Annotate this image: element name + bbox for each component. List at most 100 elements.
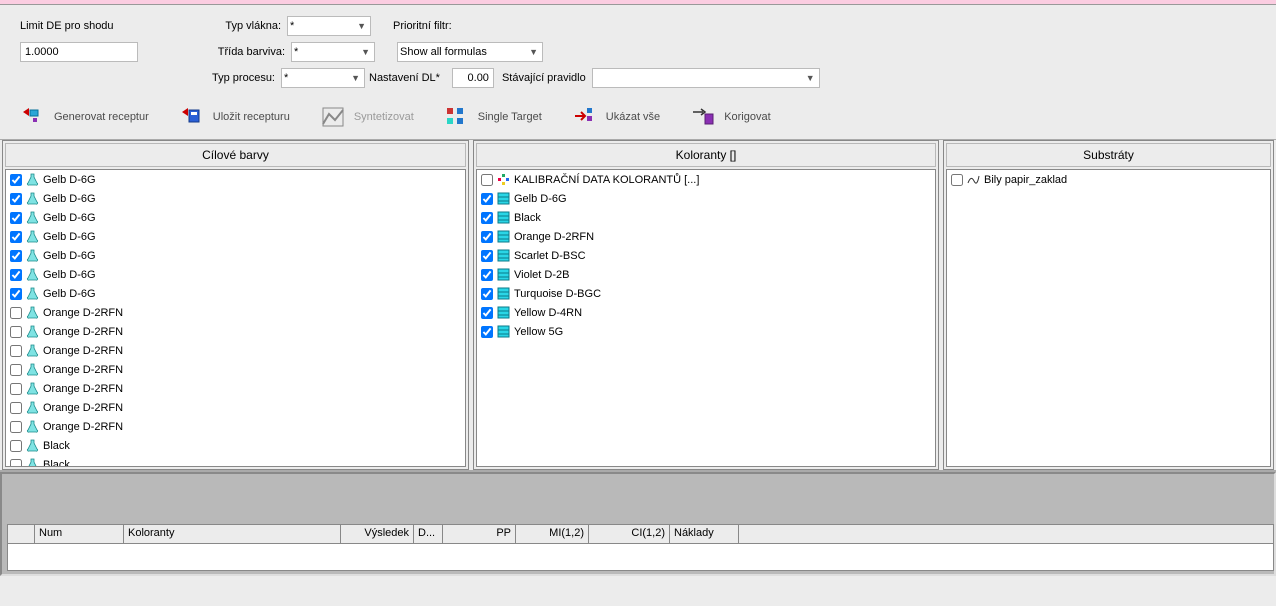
target-checkbox[interactable] [10,326,22,338]
single-target-icon [444,105,472,129]
target-checkbox[interactable] [10,307,22,319]
substrate-item[interactable]: Bily papir_zaklad [947,170,1270,189]
colorants-root[interactable]: KALIBRAČNÍ DATA KOLORANTŮ [...] [477,170,935,189]
dl-value[interactable]: 0.00 [452,68,494,88]
target-label: Orange D-2RFN [43,326,123,338]
actions-toolbar: Generovat receptur Uložit recepturu Synt… [0,99,1276,139]
single-target-button[interactable]: Single Target [444,105,542,129]
filter-form: Limit DE pro shodu Typ vlákna: *▼ Priori… [0,5,1276,99]
colorants-list[interactable]: KALIBRAČNÍ DATA KOLORANTŮ [...] Gelb D-6… [476,169,936,467]
colorant-label: Turquoise D-BGC [514,288,601,300]
col-num[interactable]: Num [35,525,124,543]
col-ci[interactable]: CI(1,2) [589,525,670,543]
synthesize-label: Syntetizovat [354,111,414,123]
targets-list[interactable]: Gelb D-6G Gelb D-6G Gelb D-6G Gelb D-6G … [5,169,466,467]
colorant-checkbox[interactable] [481,307,493,319]
col-pp[interactable]: PP [443,525,516,543]
target-item[interactable]: Gelb D-6G [6,246,465,265]
target-checkbox[interactable] [10,269,22,281]
priority-filter-combo[interactable]: Show all formulas▼ [397,42,543,62]
correct-button[interactable]: Korigovat [690,105,770,129]
target-item[interactable]: Orange D-2RFN [6,360,465,379]
colorant-checkbox[interactable] [481,250,493,262]
process-type-combo[interactable]: *▼ [281,68,365,88]
grid-corner [8,525,35,543]
target-item[interactable]: Orange D-2RFN [6,341,465,360]
target-checkbox[interactable] [10,231,22,243]
col-naklady[interactable]: Náklady [670,525,739,543]
colorant-item[interactable]: Turquoise D-BGC [477,284,935,303]
target-item[interactable]: Gelb D-6G [6,170,465,189]
substrates-header[interactable]: Substráty [946,143,1271,167]
target-item[interactable]: Orange D-2RFN [6,303,465,322]
dye-class-combo[interactable]: *▼ [291,42,375,62]
target-checkbox[interactable] [10,345,22,357]
target-item[interactable]: Gelb D-6G [6,227,465,246]
show-all-icon [572,105,600,129]
generate-recipe-button[interactable]: Generovat receptur [20,105,149,129]
target-checkbox[interactable] [10,193,22,205]
colorant-checkbox[interactable] [481,193,493,205]
col-d[interactable]: D... [414,525,443,543]
swatch-icon [497,249,510,262]
target-item[interactable]: Orange D-2RFN [6,417,465,436]
generate-icon [20,105,48,129]
results-grid-body[interactable] [7,544,1274,571]
colorant-label: Gelb D-6G [514,193,567,205]
substrates-panel: Substráty Bily papir_zaklad [943,140,1274,470]
target-checkbox[interactable] [10,174,22,186]
target-item[interactable]: Orange D-2RFN [6,398,465,417]
target-item[interactable]: Gelb D-6G [6,189,465,208]
colorant-item[interactable]: Yellow 5G [477,322,935,341]
target-checkbox[interactable] [10,383,22,395]
colorant-label: Black [514,212,541,224]
colorant-item[interactable]: Gelb D-6G [477,189,935,208]
target-checkbox[interactable] [10,402,22,414]
target-checkbox[interactable] [10,288,22,300]
fiber-type-combo[interactable]: *▼ [287,16,371,36]
colorant-item[interactable]: Yellow D-4RN [477,303,935,322]
colorants-header[interactable]: Koloranty [] [476,143,936,167]
existing-rule-combo[interactable]: ▼ [592,68,820,88]
colorant-checkbox[interactable] [481,269,493,281]
target-checkbox[interactable] [10,250,22,262]
target-checkbox[interactable] [10,459,22,468]
colorant-item[interactable]: Scarlet D-BSC [477,246,935,265]
flask-icon [26,230,39,243]
col-mi[interactable]: MI(1,2) [516,525,589,543]
target-item[interactable]: Gelb D-6G [6,265,465,284]
target-item[interactable]: Orange D-2RFN [6,322,465,341]
target-item[interactable]: Black [6,436,465,455]
target-item[interactable]: Orange D-2RFN [6,379,465,398]
target-item[interactable]: Gelb D-6G [6,284,465,303]
target-checkbox[interactable] [10,440,22,452]
colorant-label: Yellow D-4RN [514,307,582,319]
synthesize-button[interactable]: Syntetizovat [320,105,414,129]
target-item[interactable]: Gelb D-6G [6,208,465,227]
colorant-item[interactable]: Orange D-2RFN [477,227,935,246]
col-vysledek[interactable]: Výsledek [341,525,414,543]
limit-de-input[interactable] [20,42,138,62]
substrate-checkbox[interactable] [951,174,963,186]
show-all-button[interactable]: Ukázat vše [572,105,660,129]
target-checkbox[interactable] [10,212,22,224]
colorant-checkbox[interactable] [481,326,493,338]
save-recipe-button[interactable]: Uložit recepturu [179,105,290,129]
target-label: Orange D-2RFN [43,402,123,414]
colorant-checkbox[interactable] [481,231,493,243]
col-koloranty[interactable]: Koloranty [124,525,341,543]
colorant-checkbox[interactable] [481,212,493,224]
colorant-checkbox[interactable] [481,288,493,300]
colorant-item[interactable]: Black [477,208,935,227]
target-checkbox[interactable] [10,421,22,433]
colorant-item[interactable]: Violet D-2B [477,265,935,284]
targets-header[interactable]: Cílové barvy [5,143,466,167]
flask-icon [26,306,39,319]
target-item[interactable]: Black [6,455,465,467]
target-checkbox[interactable] [10,364,22,376]
dye-class-label: Třída barviva: [210,46,291,58]
colorants-root-checkbox[interactable] [481,174,493,186]
target-label: Orange D-2RFN [43,383,123,395]
substrates-list[interactable]: Bily papir_zaklad [946,169,1271,467]
target-label: Gelb D-6G [43,193,96,205]
